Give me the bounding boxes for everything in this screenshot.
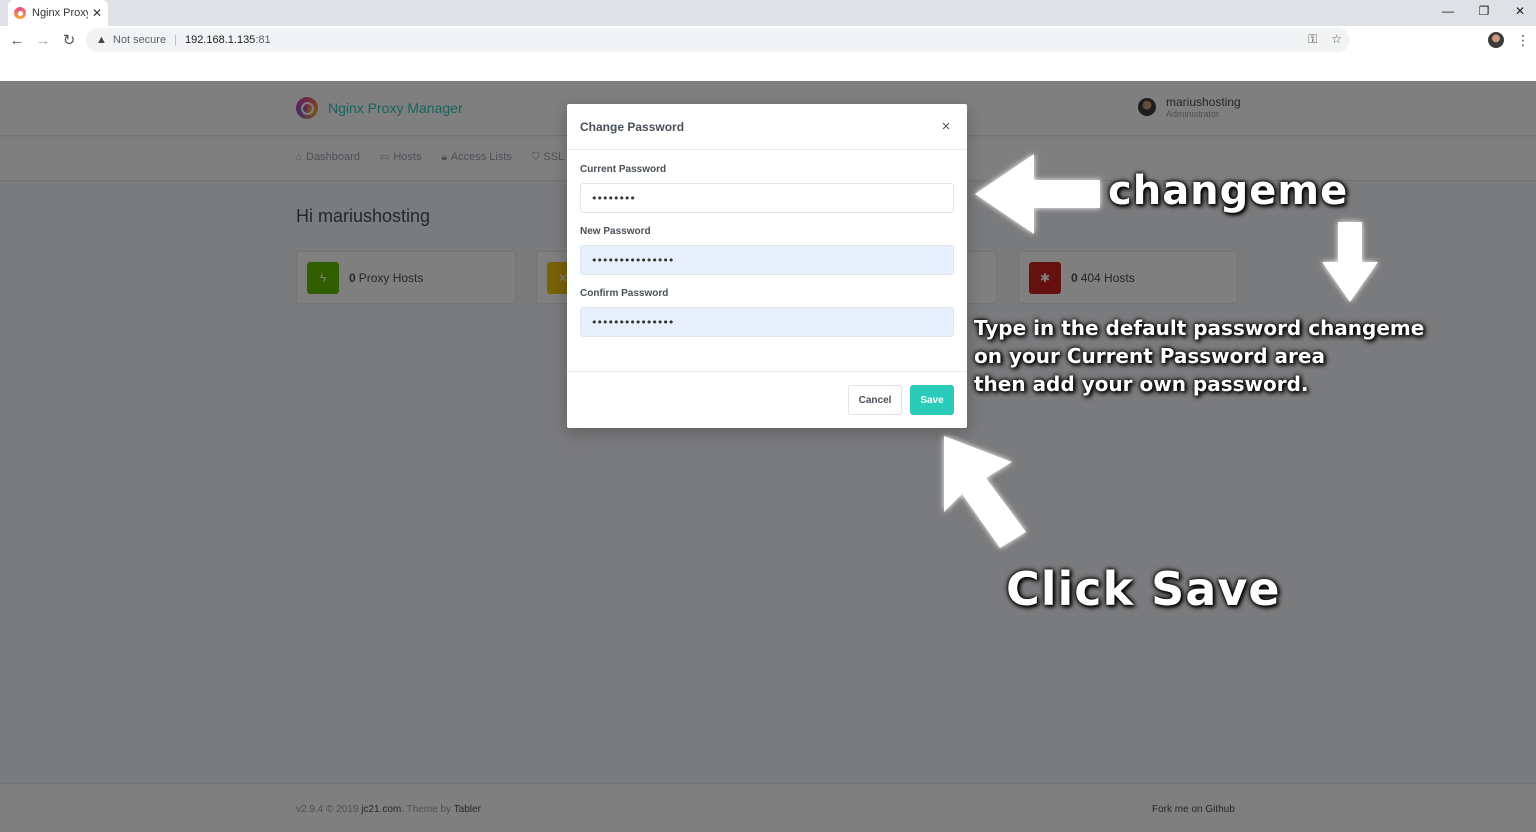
window-close-icon[interactable]: ✕: [1512, 4, 1528, 18]
key-icon[interactable]: ⚿: [1308, 32, 1317, 47]
instruction-line: then add your own password.: [974, 372, 1309, 396]
window-controls: — ❐ ✕: [1440, 0, 1528, 22]
back-arrow-icon[interactable]: ←: [4, 27, 30, 53]
change-password-dialog: Change Password × Current Password New P…: [567, 104, 967, 428]
instruction-line: on your Current Password area: [974, 344, 1325, 368]
omnibox-actions: ⚿ ☆: [1308, 32, 1342, 47]
browser-tab[interactable]: Nginx Proxy ✕: [8, 0, 108, 26]
star-icon[interactable]: ☆: [1331, 32, 1342, 47]
current-password-input[interactable]: [580, 183, 954, 213]
annotation-click-save: Click Save: [1006, 562, 1281, 616]
save-button[interactable]: Save: [910, 385, 954, 415]
profile-avatar-icon[interactable]: [1488, 32, 1504, 48]
url-host[interactable]: 192.168.1.135: [185, 34, 255, 46]
minimize-icon[interactable]: —: [1440, 4, 1456, 18]
modal-header: Change Password ×: [567, 104, 967, 150]
favicon-icon: [14, 7, 26, 19]
modal-footer: Cancel Save: [567, 372, 967, 428]
confirm-password-label: Confirm Password: [580, 288, 669, 299]
forward-arrow-icon[interactable]: →: [30, 27, 56, 53]
annotation-changeme: changeme: [1108, 168, 1349, 214]
kebab-menu-icon[interactable]: ⋮: [1516, 32, 1530, 49]
confirm-password-group: Confirm Password: [580, 288, 954, 337]
new-password-input[interactable]: [580, 245, 954, 275]
browser-tab-bar: Nginx Proxy ✕ — ❐ ✕: [0, 0, 1536, 26]
omnibox-divider: |: [174, 34, 177, 46]
new-password-label: New Password: [580, 226, 651, 237]
reload-icon[interactable]: ↻: [56, 27, 82, 53]
current-password-group: Current Password: [580, 164, 954, 213]
url-port[interactable]: :81: [255, 34, 270, 46]
security-label[interactable]: Not secure: [113, 34, 166, 46]
modal-body: Current Password New Password Confirm Pa…: [567, 150, 967, 372]
current-password-label: Current Password: [580, 164, 667, 175]
confirm-password-input[interactable]: [580, 307, 954, 337]
tab-close-icon[interactable]: ✕: [92, 6, 102, 20]
browser-gap: [0, 54, 1536, 81]
warning-triangle-icon[interactable]: ▲: [96, 34, 107, 46]
tab-title: Nginx Proxy: [32, 7, 88, 19]
new-password-group: New Password: [580, 226, 954, 275]
cancel-button[interactable]: Cancel: [848, 385, 902, 415]
modal-title: Change Password: [580, 119, 685, 134]
restore-icon[interactable]: ❐: [1476, 4, 1492, 18]
browser-toolbar: ← → ↻ ▲ Not secure | 192.168.1.135:81 ⚿ …: [0, 26, 1536, 54]
address-bar[interactable]: ▲ Not secure | 192.168.1.135:81 ⚿ ☆: [86, 28, 1350, 52]
close-icon[interactable]: ×: [938, 118, 954, 135]
annotation-instructions: Type in the default password changeme on…: [974, 314, 1526, 398]
instruction-line: Type in the default password changeme: [974, 316, 1425, 340]
